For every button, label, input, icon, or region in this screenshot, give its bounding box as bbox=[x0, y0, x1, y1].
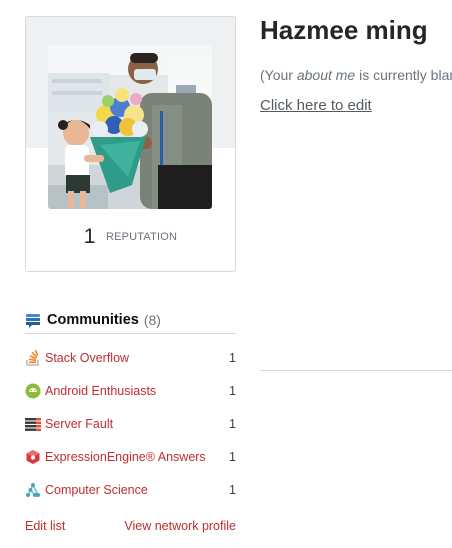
about-emph: about me bbox=[296, 67, 356, 83]
communities-section: Communities (8) Stack Overflow 1 Android… bbox=[25, 306, 236, 506]
communities-title: Communities bbox=[47, 311, 139, 328]
community-item-stack-overflow[interactable]: Stack Overflow 1 bbox=[25, 341, 236, 374]
communities-list: Stack Overflow 1 Android Enthusiasts 1 S… bbox=[25, 341, 236, 506]
edit-list-link[interactable]: Edit list bbox=[25, 519, 65, 533]
communities-footer: Edit list View network profile bbox=[25, 519, 236, 533]
about-me-text: (Your about me is currently blank.) bbox=[260, 67, 452, 83]
avatar[interactable] bbox=[48, 45, 212, 209]
about-prefix: (Your bbox=[260, 67, 297, 83]
community-item-expressionengine[interactable]: ExpressionEngine® Answers 1 bbox=[25, 440, 236, 473]
community-rep: 1 bbox=[229, 383, 236, 398]
community-name[interactable]: ExpressionEngine® Answers bbox=[45, 450, 206, 464]
community-rep: 1 bbox=[229, 350, 236, 365]
communities-header: Communities (8) bbox=[25, 306, 236, 334]
user-display-name: Hazmee ming bbox=[260, 15, 428, 45]
community-item-computer-science[interactable]: Computer Science 1 bbox=[25, 473, 236, 506]
communities-count: (8) bbox=[143, 311, 161, 328]
stack-overflow-icon bbox=[26, 349, 39, 366]
community-item-server-fault[interactable]: Server Fault 1 bbox=[25, 407, 236, 440]
reputation-value: 1 bbox=[83, 225, 96, 248]
profile-page: 1 REPUTATION Hazmee ming (Your about me … bbox=[0, 0, 452, 548]
edit-about-link[interactable]: Click here to edit bbox=[260, 97, 372, 114]
community-name[interactable]: Android Enthusiasts bbox=[45, 384, 156, 398]
about-suffix: is currently blank.) bbox=[359, 67, 452, 83]
community-name[interactable]: Stack Overflow bbox=[45, 351, 129, 365]
community-name[interactable]: Computer Science bbox=[45, 483, 148, 497]
community-rep: 1 bbox=[229, 482, 236, 497]
divider bbox=[260, 370, 452, 371]
expressionengine-icon bbox=[26, 449, 40, 464]
android-icon bbox=[25, 383, 41, 398]
profile-card: 1 REPUTATION bbox=[25, 16, 236, 272]
community-item-android[interactable]: Android Enthusiasts 1 bbox=[25, 374, 236, 407]
community-rep: 1 bbox=[229, 449, 236, 464]
view-network-profile-link[interactable]: View network profile bbox=[124, 519, 236, 533]
reputation: 1 REPUTATION bbox=[26, 225, 235, 249]
server-fault-icon bbox=[25, 417, 41, 431]
community-name[interactable]: Server Fault bbox=[45, 417, 113, 431]
avatar-photo bbox=[48, 45, 212, 209]
community-rep: 1 bbox=[229, 416, 236, 431]
computer-science-icon bbox=[26, 482, 40, 497]
stack-exchange-icon bbox=[26, 313, 40, 328]
reputation-label: REPUTATION bbox=[105, 231, 178, 243]
